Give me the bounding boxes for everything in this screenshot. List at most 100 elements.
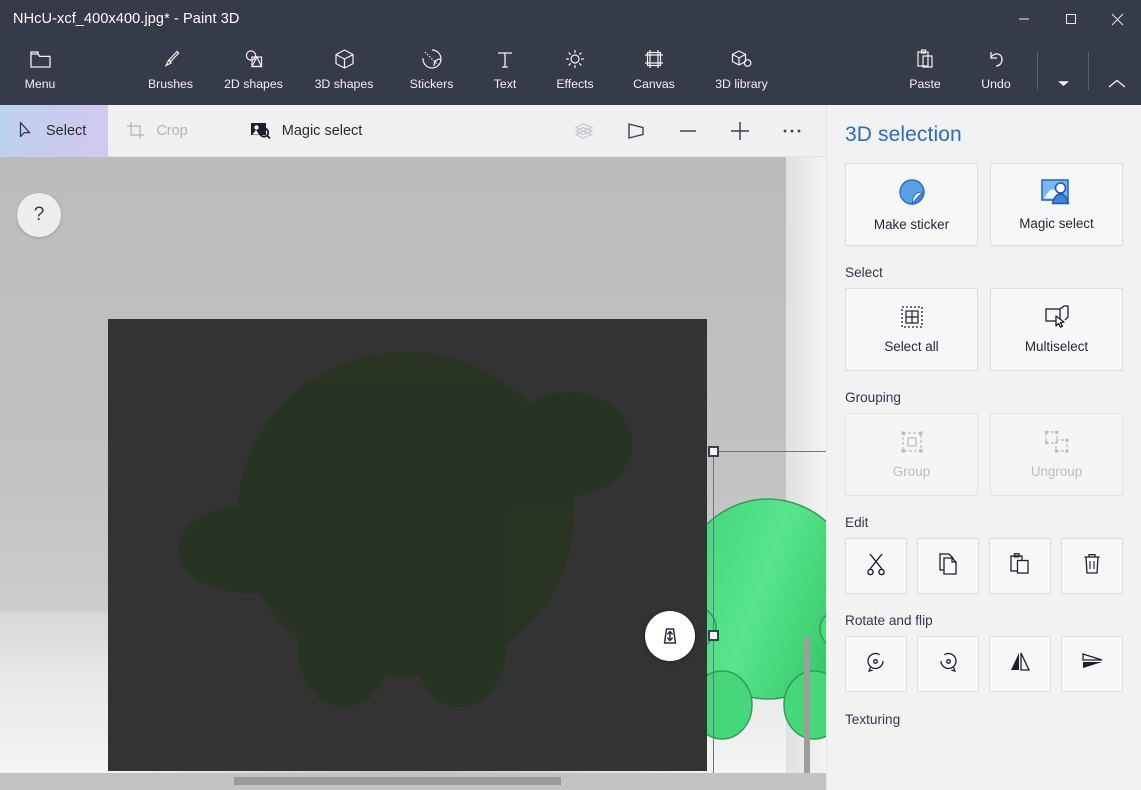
multiselect-button[interactable]: Multiselect (990, 288, 1123, 371)
minimize-button[interactable] (1000, 0, 1047, 38)
group-icon (900, 430, 924, 457)
ribbon-item-brushes[interactable]: Brushes (133, 38, 208, 105)
rotate-left-icon (864, 650, 888, 679)
canvas-icon (643, 44, 665, 74)
paste-button[interactable] (989, 538, 1051, 594)
rotate-right-icon (936, 650, 960, 679)
selection-handle-middle-left[interactable] (708, 630, 719, 641)
make-sticker-label: Make sticker (873, 217, 950, 232)
window-controls (1000, 0, 1141, 38)
help-label: ? (33, 204, 45, 225)
rotate-flip-row (827, 636, 1141, 692)
ribbon-label: Menu (24, 77, 56, 91)
ribbon-label: Text (493, 77, 517, 91)
window-title: NHcU-xcf_400x400.jpg* - Paint 3D (13, 11, 240, 27)
flip-horizontal-icon (1007, 650, 1033, 679)
paint3d-window: NHcU-xcf_400x400.jpg* - Paint 3D Menu Br… (0, 0, 1141, 790)
ribbon-item-paste[interactable]: Paste (889, 38, 961, 105)
panel-title: 3D selection (845, 123, 962, 146)
ribbon-item-text[interactable]: Text (474, 38, 536, 105)
tool-tab-label: Select (46, 122, 87, 139)
make-sticker-icon (897, 177, 927, 210)
magic-select-panel-icon (1040, 178, 1074, 209)
ribbon-item-3d-library[interactable]: 3D library (694, 38, 789, 105)
ribbon-label: Brushes (147, 77, 194, 91)
cut-icon (865, 552, 887, 581)
paste-icon (915, 44, 935, 74)
ribbon-label: Undo (981, 77, 1011, 91)
help-button[interactable]: ? (17, 193, 61, 237)
crop-icon (126, 121, 145, 140)
section-heading-select: Select (845, 265, 883, 280)
ribbon-more-button[interactable] (1044, 38, 1082, 105)
tool-options-bar: Select Crop Magic select (0, 104, 826, 157)
close-button[interactable] (1094, 0, 1141, 38)
chevron-down-icon (1057, 69, 1070, 99)
more-options-icon[interactable] (766, 105, 818, 157)
stickers-icon (421, 44, 443, 74)
right-panel: 3D selection Make sticker Magic select S… (826, 105, 1141, 790)
selected-image-plane[interactable] (108, 319, 707, 771)
magic-select-button[interactable]: Magic select (990, 163, 1123, 246)
cut-button[interactable] (845, 538, 907, 594)
copy-button[interactable] (917, 538, 979, 594)
select-all-icon (900, 305, 924, 332)
ribbon-collapse-button[interactable] (1095, 38, 1139, 105)
ribbon-label: 3D shapes (314, 77, 374, 91)
ribbon-item-3d-shapes[interactable]: 3D shapes (299, 38, 389, 105)
multiselect-label: Multiselect (1024, 339, 1089, 354)
select-all-label: Select all (884, 339, 939, 354)
horizontal-scrollbar[interactable] (0, 773, 826, 790)
2d-shapes-icon (242, 44, 266, 74)
vertical-scrollbar-thumb[interactable] (804, 637, 810, 790)
brush-icon (160, 44, 182, 74)
group-button[interactable]: Group (845, 413, 978, 496)
3d-view-icon[interactable] (558, 105, 610, 157)
section-heading-grouping: Grouping (845, 390, 901, 405)
tool-tab-label: Magic select (281, 122, 363, 139)
rotate-left-button[interactable] (845, 636, 907, 692)
effects-icon (564, 44, 586, 74)
ribbon-item-2d-shapes[interactable]: 2D shapes (208, 38, 299, 105)
title-bar: NHcU-xcf_400x400.jpg* - Paint 3D (0, 0, 1141, 38)
ungroup-button[interactable]: Ungroup (990, 413, 1123, 496)
make-sticker-button[interactable]: Make sticker (845, 163, 978, 246)
section-heading-texturing: Texturing (845, 712, 901, 727)
perspective-view-icon[interactable] (610, 105, 662, 157)
flip-horizontal-button[interactable] (989, 636, 1051, 692)
delete-button[interactable] (1061, 538, 1123, 594)
horizontal-scrollbar-thumb[interactable] (234, 777, 561, 785)
ribbon-item-menu[interactable]: Menu (0, 38, 80, 105)
3d-library-icon (730, 44, 753, 74)
grouping-row: Group Ungroup (827, 413, 1141, 496)
ribbon-item-undo[interactable]: Undo (961, 38, 1031, 105)
edit-row (827, 538, 1141, 594)
3d-shapes-icon (334, 44, 355, 74)
selection-handle-top-left[interactable] (708, 446, 719, 457)
maximize-button[interactable] (1047, 0, 1094, 38)
section-heading-rotate-flip: Rotate and flip (845, 613, 933, 628)
undo-icon (985, 44, 1007, 74)
chevron-up-icon (1107, 69, 1127, 99)
zoom-out-icon[interactable] (662, 105, 714, 157)
select-all-button[interactable]: Select all (845, 288, 978, 371)
delete-icon (1081, 552, 1103, 581)
ungroup-icon (1044, 430, 1070, 457)
tool-tab-magic-select[interactable]: Magic select (232, 105, 385, 157)
ribbon-item-stickers[interactable]: Stickers (389, 38, 474, 105)
zoom-in-icon[interactable] (714, 105, 766, 157)
panel-primary-row: Make sticker Magic select (827, 163, 1141, 246)
ribbon-divider-2 (1088, 52, 1089, 90)
select-row: Select all Multiselect (827, 288, 1141, 371)
rotate-right-button[interactable] (917, 636, 979, 692)
canvas-workspace[interactable] (0, 157, 826, 790)
ribbon-item-canvas[interactable]: Canvas (614, 38, 694, 105)
tool-tab-crop[interactable]: Crop (108, 105, 209, 157)
move-in-depth-button[interactable] (645, 611, 695, 661)
ribbon-item-effects[interactable]: Effects (536, 38, 614, 105)
section-heading-edit: Edit (845, 515, 869, 530)
ungroup-label: Ungroup (1030, 464, 1083, 479)
paste-icon (1009, 552, 1031, 581)
flip-vertical-button[interactable] (1061, 636, 1123, 692)
tool-tab-select[interactable]: Select (0, 104, 109, 157)
